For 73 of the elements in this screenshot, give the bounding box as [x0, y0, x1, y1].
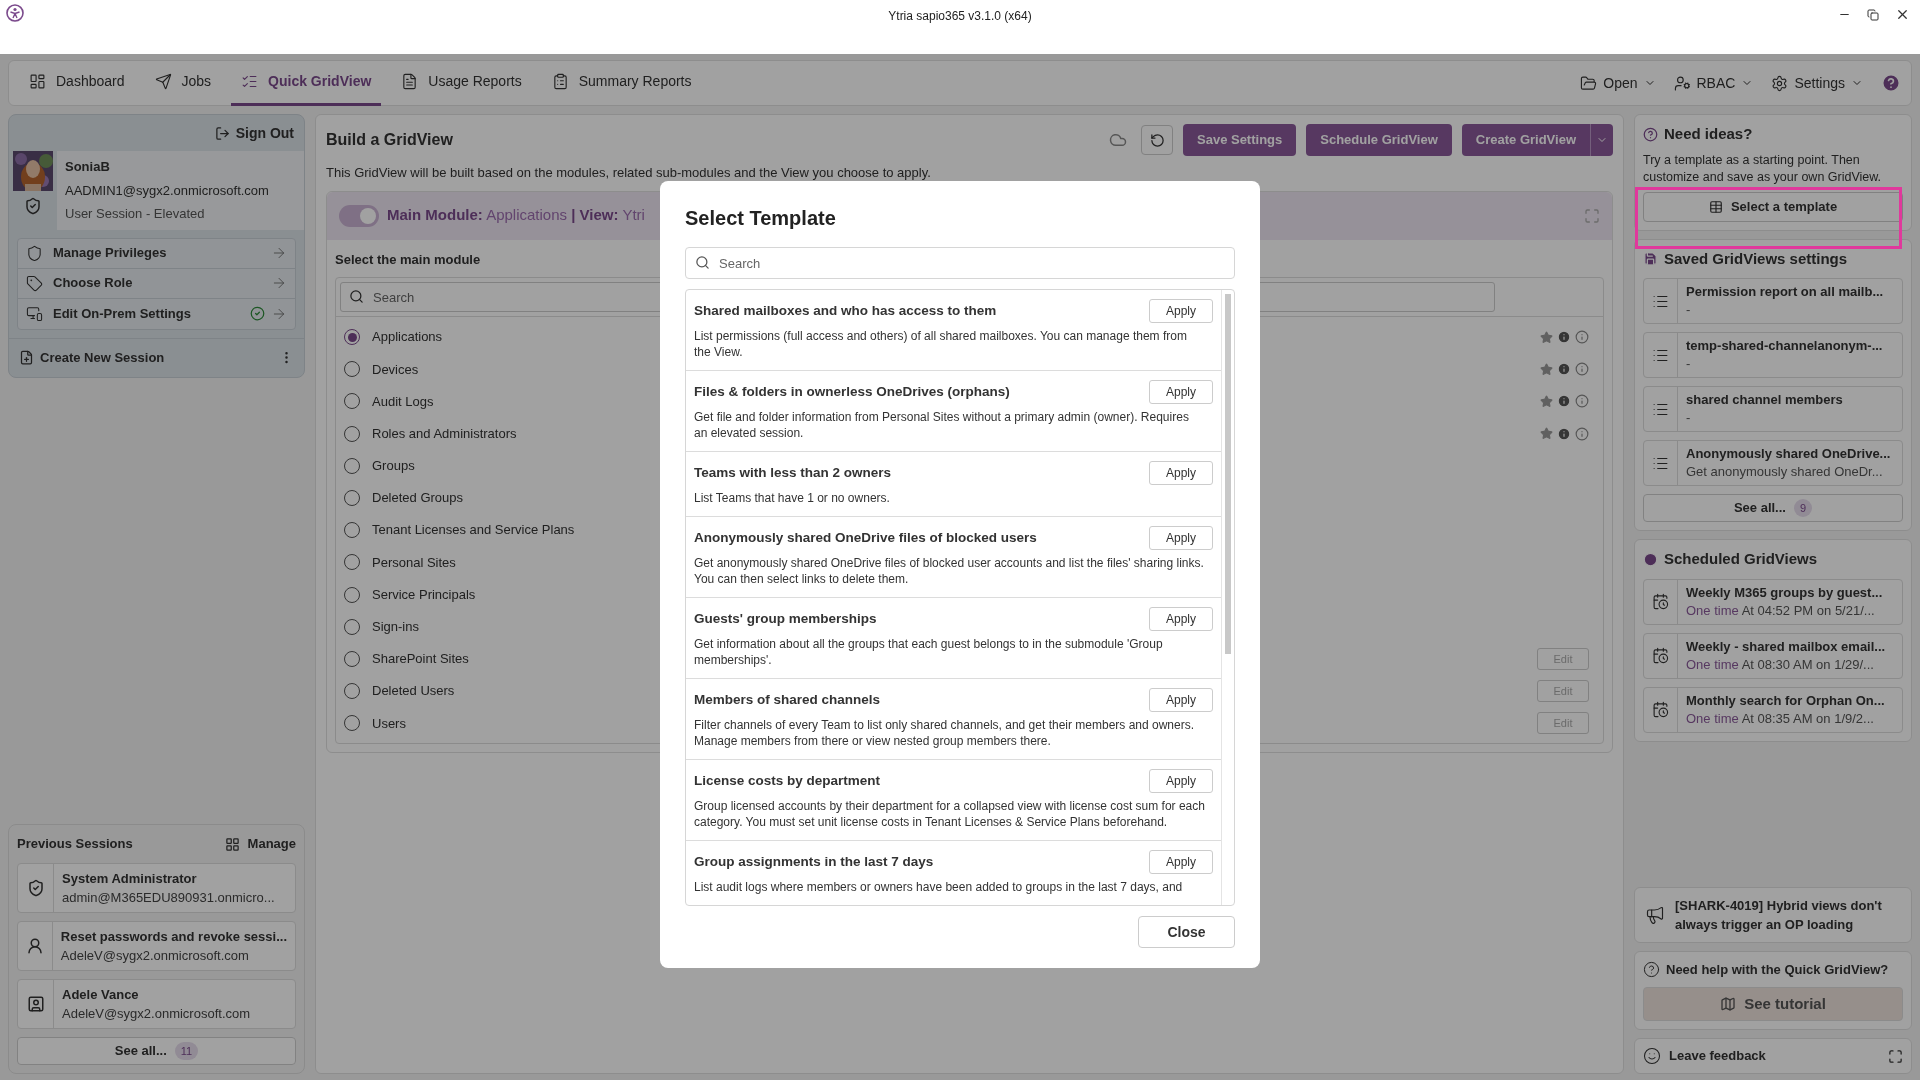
panel-description: This GridView will be built based on the modules, related sub-modules and the View you choose to apply.: [326, 164, 932, 182]
item-detail: Get anonymously shared OneDr...: [1686, 463, 1884, 481]
section-title: Select the main module: [335, 250, 481, 269]
session-detail: AdeleV@sygx2.onmicrosoft.com: [62, 1005, 251, 1023]
module-label: Audit Logs: [372, 392, 434, 411]
module-label: Service Principals: [372, 585, 476, 604]
session-detail: admin@M365EDU890931.onmicro...: [62, 889, 275, 907]
section-title: Previous Sessions: [17, 835, 133, 854]
schedule-detail: One time At 04:52 PM on 5/21/...: [1686, 601, 1876, 620]
module-label: Roles and Administrators: [372, 424, 517, 443]
module-label: Applications: [372, 328, 443, 347]
schedule-detail: One time At 08:35 AM on 1/9/2...: [1686, 709, 1875, 728]
template-description: List audit logs where members or owners have been added to groups in the last 7 days, and: [694, 879, 1184, 895]
module-label: SharePoint Sites: [372, 650, 469, 669]
session-name: Reset passwords and revoke sessi...: [60, 927, 287, 946]
item-title: temp-shared-channelanonym-...: [1686, 337, 1883, 355]
action-label: Manage Privileges: [53, 244, 167, 263]
item-title: Anonymously shared OneDrive...: [1686, 445, 1891, 463]
window-title: Ytria sapio365 v3.1.0 (x64): [888, 8, 1032, 25]
template-title: Files & folders in ownerless OneDrives (orphans): [694, 382, 1010, 401]
template-description: Get file and folder information from Personal Sites without a primary admin (owner). Requires an elevated session.: [694, 409, 1190, 441]
template-title: Teams with less than 2 owners: [694, 463, 892, 482]
card-title: Need ideas?: [1664, 124, 1753, 144]
module-label: Users: [372, 714, 406, 733]
create-session-label: Create New Session: [40, 348, 165, 367]
template-title: Guests' group memberships: [694, 609, 877, 628]
feedback-label: Leave feedback: [1669, 1047, 1766, 1066]
item-detail: -: [1686, 355, 1692, 373]
template-description: List Teams that have 1 or no owners.: [694, 490, 891, 506]
help-text: Need help with the Quick GridView?: [1666, 960, 1889, 979]
template-title: Group assignments in the last 7 days: [694, 852, 934, 871]
module-label: Devices: [372, 360, 419, 379]
schedule-detail: One time At 08:30 AM on 1/29/...: [1686, 655, 1875, 674]
item-title: Monthly search for Orphan On...: [1686, 691, 1885, 710]
template-description: Get anonymously shared OneDrive files of blocked user accounts and list the files' sharing links. You can then select links to delete them.: [694, 555, 1205, 587]
item-title: shared channel members: [1686, 391, 1843, 409]
template-description: List permissions (full access and others) of all shared mailboxes. You can manage them from the View.: [694, 328, 1188, 360]
module-label: Groups: [372, 457, 415, 476]
session-name: System Administrator: [62, 869, 198, 888]
dialog-title: Select Template: [685, 206, 837, 231]
item-title: Weekly - shared mailbox email...: [1686, 637, 1886, 656]
template-description: Group licensed accounts by their department for a collapsed view with license cost sum for each category. You must set unit license costs in Tenant Licenses & Service Plans beforehand.: [694, 798, 1206, 830]
module-label: Tenant Licenses and Service Plans: [372, 521, 575, 540]
notice-text: [SHARK-4019] Hybrid views don't always trigger an OP loading: [1675, 896, 1883, 934]
item-detail: -: [1686, 301, 1692, 319]
template-description: Get information about all the groups that each guest belongs to in the submodule 'Group memberships'.: [694, 636, 1164, 668]
module-summary: Main Module: Applications | View: Ytri: [387, 205, 645, 226]
card-title: Scheduled GridViews: [1664, 549, 1818, 569]
session-name: Adele Vance: [62, 985, 140, 1004]
panel-title: Build a GridView: [326, 130, 453, 150]
count-badge: 11: [174, 1042, 199, 1060]
user-email: AADMIN1@sygx2.onmicrosoft.com: [65, 181, 269, 200]
template-title: License costs by department: [694, 771, 881, 790]
item-title: Permission report on all mailb...: [1686, 283, 1884, 301]
action-label: Edit On-Prem Settings: [53, 304, 191, 323]
template-title: Anonymously shared OneDrive files of blocked users: [694, 528, 1037, 547]
module-label: Personal Sites: [372, 553, 456, 572]
session-detail: AdeleV@sygx2.onmicrosoft.com: [60, 947, 250, 965]
user-name: SoniaB: [65, 158, 111, 176]
module-label: Deleted Users: [372, 682, 455, 701]
card-title: Saved GridViews settings: [1664, 248, 1848, 269]
module-label: Deleted Groups: [372, 489, 464, 508]
template-title: Members of shared channels: [694, 690, 881, 709]
ideas-text: Try a template as a starting point. Then customize and save as your own GridView.: [1643, 151, 1883, 186]
count-badge: 9: [1793, 499, 1813, 517]
item-detail: -: [1686, 409, 1692, 427]
template-description: Filter channels of every Team to list only shared channels, and get their members and owners. Manage members from there or view nested group members there.: [694, 717, 1196, 749]
split-button-label: Create GridView: [1474, 131, 1577, 150]
item-title: Weekly M365 groups by guest...: [1686, 583, 1883, 602]
session-type: User Session - Elevated: [65, 205, 206, 223]
module-label: Sign-ins: [372, 618, 419, 637]
template-title: Shared mailboxes and who has access to them: [694, 301, 997, 320]
action-label: Choose Role: [53, 274, 133, 293]
